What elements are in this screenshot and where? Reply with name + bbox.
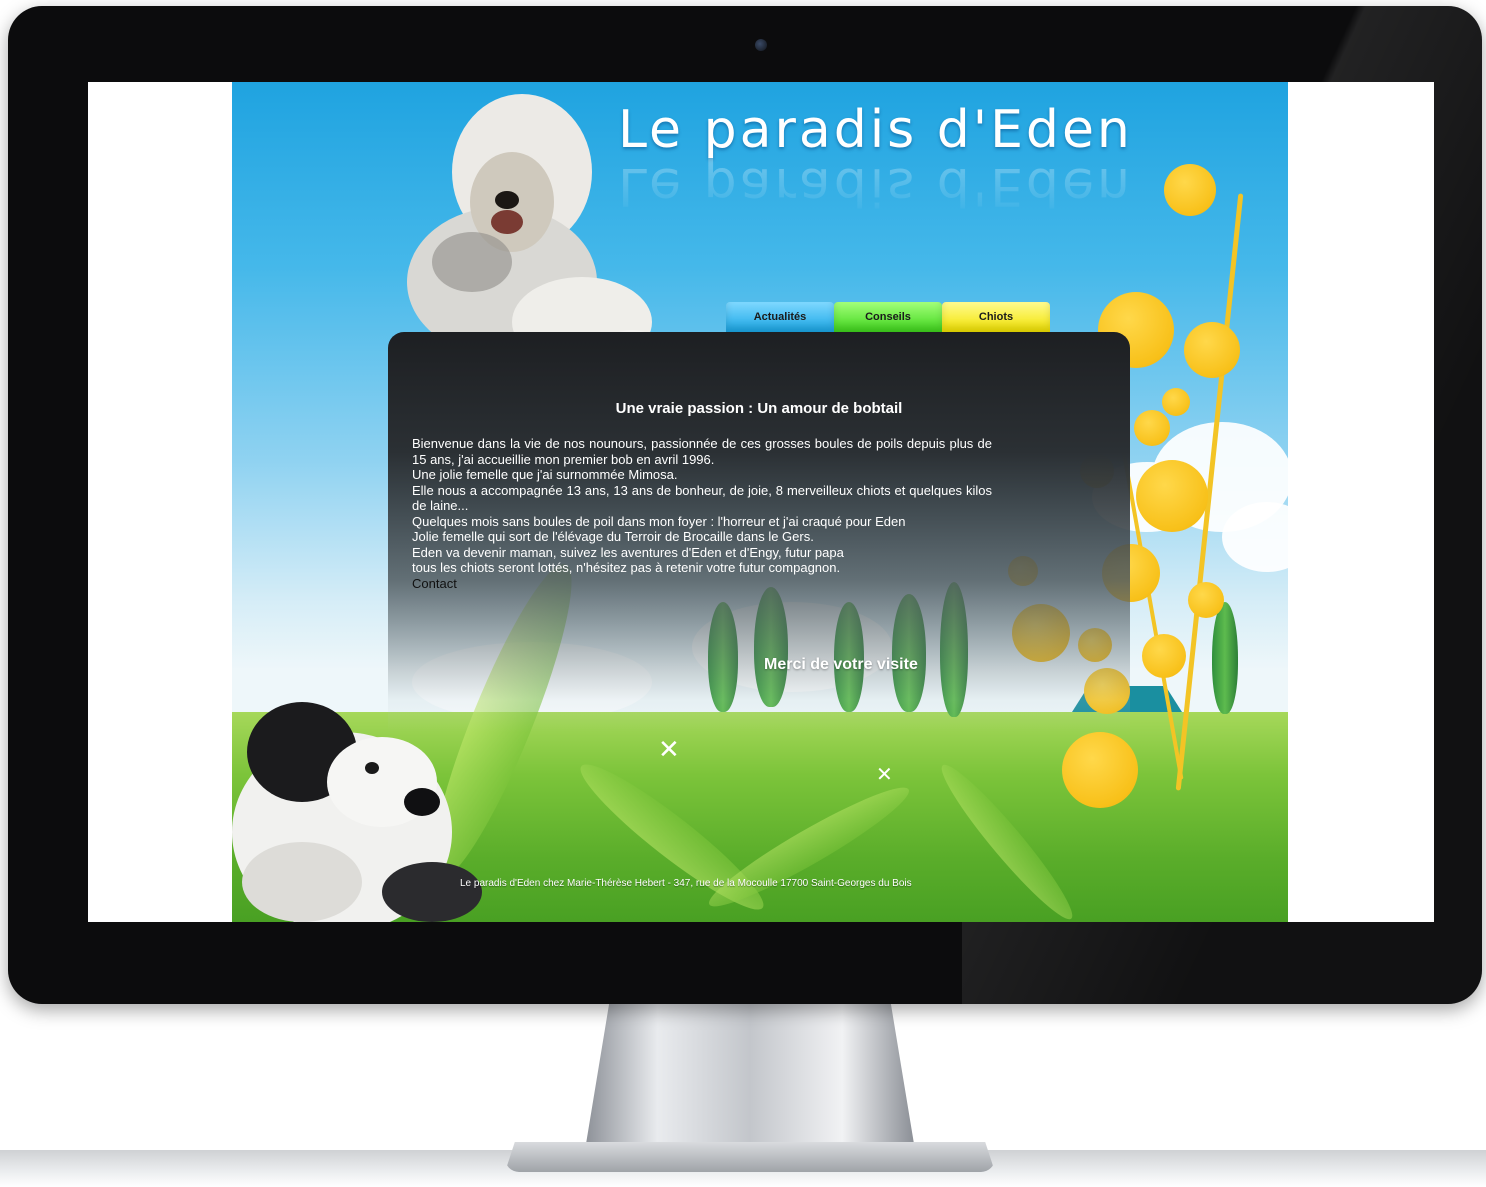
- content-heading: Une vraie passion : Un amour de bobtail: [615, 400, 903, 417]
- camera-icon: [755, 39, 767, 51]
- main-nav: Actualités Conseils Chiots: [726, 302, 1050, 332]
- content-body: Bienvenue dans la vie de nos nounours, p…: [412, 436, 992, 591]
- intro-paragraph: Elle nous a accompagnée 13 ans, 13 ans d…: [412, 482, 992, 514]
- intro-paragraph: tous les chiots seront lottés, n'hésitez…: [412, 560, 841, 575]
- contact-link[interactable]: Contact: [412, 576, 992, 592]
- intro-paragraph: Bienvenue dans la vie de nos nounours, p…: [412, 436, 992, 467]
- blossom: [1188, 582, 1224, 618]
- blossom: [1136, 460, 1208, 532]
- blossom: [1162, 388, 1190, 416]
- tab-conseils[interactable]: Conseils: [834, 302, 942, 332]
- intro-paragraph: Une jolie femelle que j'ai surnommée Mim…: [412, 467, 678, 482]
- blossom: [1164, 164, 1216, 216]
- intro-paragraph: Eden va devenir maman, suivez les aventu…: [412, 544, 844, 560]
- blossom: [1184, 322, 1240, 378]
- intro-paragraph: Jolie femelle qui sort de l'élévage du T…: [412, 529, 814, 544]
- footer-address: Le paradis d'Eden chez Marie-Thérèse Heb…: [460, 878, 912, 889]
- site-logo-reflection: Le paradis d'Eden: [618, 156, 1133, 216]
- monitor-bezel: ✕ ✕ Le paradis d'Eden Le paradis d'Eden …: [8, 6, 1482, 1004]
- tab-chiots[interactable]: Chiots: [942, 302, 1050, 332]
- monitor-stand: [585, 990, 915, 1150]
- screen: ✕ ✕ Le paradis d'Eden Le paradis d'Eden …: [88, 82, 1434, 922]
- blossom: [1142, 634, 1186, 678]
- website: ✕ ✕ Le paradis d'Eden Le paradis d'Eden …: [232, 82, 1288, 922]
- monitor-base: [505, 1142, 995, 1172]
- site-logo[interactable]: Le paradis d'Eden: [618, 100, 1133, 160]
- blossom: [1134, 410, 1170, 446]
- tab-actualites[interactable]: Actualités: [726, 302, 834, 332]
- intro-paragraph: Quelques mois sans boules de poil dans m…: [412, 513, 906, 529]
- sparkle-icon: ✕: [658, 734, 680, 764]
- blossom: [1062, 732, 1138, 808]
- sparkle-icon: ✕: [876, 764, 893, 786]
- tree: [1212, 602, 1238, 714]
- thanks-text: Merci de votre visite: [764, 656, 918, 673]
